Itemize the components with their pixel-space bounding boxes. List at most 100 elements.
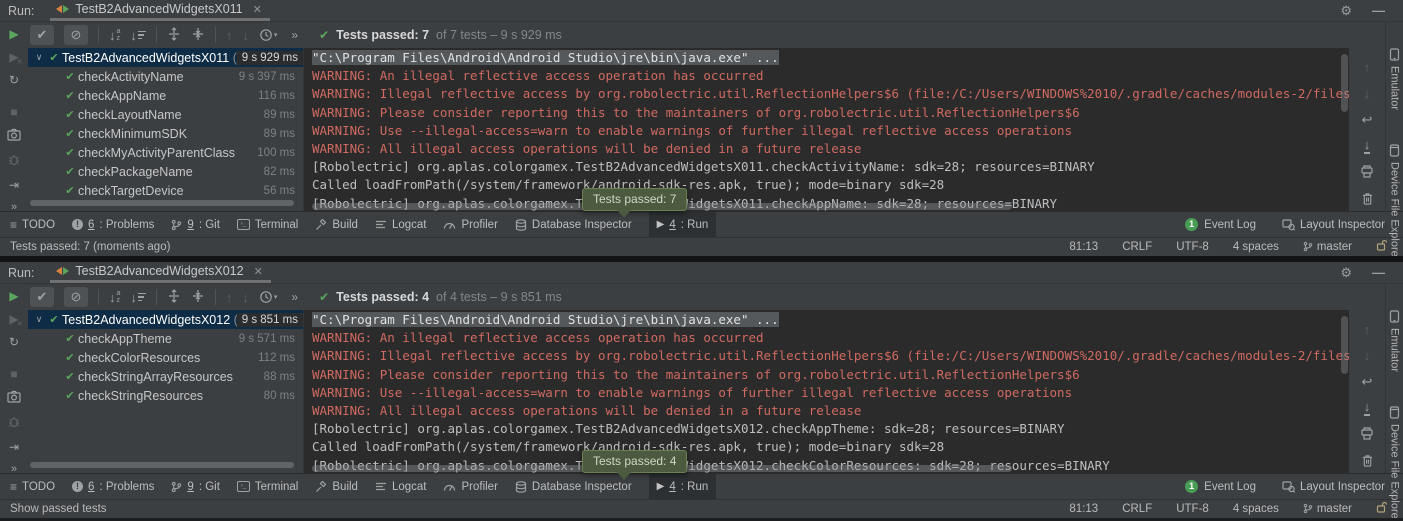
toolwindow-build[interactable]: Build <box>315 474 358 499</box>
test-case-row[interactable]: ✔ checkMyActivityParentClass 100 ms <box>28 143 303 162</box>
run-tab[interactable]: TestB2AdvancedWidgetsX011 ✕ <box>50 0 269 21</box>
toolwindow-problems[interactable]: !6: Problems <box>72 474 154 499</box>
sort-alphabetically-button[interactable]: ↓az <box>109 28 120 43</box>
line-ending[interactable]: CRLF <box>1122 503 1152 515</box>
test-case-row[interactable]: ✔ checkMinimumSDK 89 ms <box>28 124 303 143</box>
test-suite-row[interactable]: ∨ ✔ TestB2AdvancedWidgetsX011 (org.ap 9 … <box>28 48 303 67</box>
toolwindow-git[interactable]: 9: Git <box>171 474 220 499</box>
test-case-row[interactable]: ✔ checkAppTheme 9 s 571 ms <box>28 329 303 348</box>
up-stack-trace-button[interactable]: ↑ <box>1364 322 1371 337</box>
close-tab-icon[interactable]: ✕ <box>254 265 263 278</box>
line-ending[interactable]: CRLF <box>1122 241 1152 253</box>
previous-occurrence-button[interactable]: ↑ <box>226 28 233 43</box>
print-button[interactable] <box>1360 427 1374 443</box>
toolwindow-problems[interactable]: !6: Problems <box>72 212 154 237</box>
clear-all-button[interactable] <box>1361 192 1374 208</box>
up-stack-trace-button[interactable]: ↑ <box>1364 60 1371 75</box>
collapse-all-button[interactable] <box>191 289 205 306</box>
toolwindow-terminal[interactable]: ›_Terminal <box>237 212 298 237</box>
toolwindow-logcat[interactable]: Logcat <box>375 212 427 237</box>
collapse-all-button[interactable] <box>191 27 205 44</box>
screenshot-button[interactable] <box>7 390 21 406</box>
toolwindow-todo[interactable]: ≡TODO <box>10 474 55 499</box>
settings-gear-icon[interactable]: ⚙ <box>1340 3 1352 19</box>
test-case-row[interactable]: ✔ checkColorResources 112 ms <box>28 348 303 367</box>
rerun-failed-tests-button[interactable]: ▶✕ <box>9 50 18 64</box>
lock-icon[interactable] <box>1376 239 1387 254</box>
toolwindow-profiler[interactable]: Profiler <box>443 474 497 499</box>
emulator-stripe-button[interactable]: Emulator <box>1389 310 1401 372</box>
hide-window-icon[interactable]: — <box>1372 265 1385 280</box>
sort-by-duration-button[interactable]: ↓ <box>130 290 146 305</box>
test-suite-row[interactable]: ∨ ✔ TestB2AdvancedWidgetsX012 (org.ap 9 … <box>28 310 303 329</box>
console-vertical-scrollbar[interactable] <box>1341 316 1348 374</box>
clear-all-button[interactable] <box>1361 454 1374 470</box>
toolwindow-database-inspector[interactable]: Database Inspector <box>515 212 632 237</box>
import-tests-button[interactable]: ⇥ <box>9 440 19 454</box>
toolwindow-database-inspector[interactable]: Database Inspector <box>515 474 632 499</box>
run-tab[interactable]: TestB2AdvancedWidgetsX012 ✕ <box>50 262 270 283</box>
bug-filter-button[interactable] <box>7 415 21 431</box>
stop-button[interactable]: ■ <box>10 367 17 381</box>
toolwindow-git[interactable]: 9: Git <box>171 212 220 237</box>
soft-wrap-button[interactable]: ↩ <box>1362 112 1373 128</box>
scroll-to-end-button[interactable]: ↓ <box>1364 401 1371 416</box>
event-log-button[interactable]: 1Event Log <box>1185 480 1256 493</box>
show-ignored-filter-button[interactable]: ⊘ <box>64 25 88 45</box>
sort-alphabetically-button[interactable]: ↓az <box>109 290 120 305</box>
lock-icon[interactable] <box>1376 501 1387 516</box>
rerun-failed-tests-button[interactable]: ▶✕ <box>9 312 18 326</box>
more-toolbar-actions-icon[interactable]: » <box>291 290 299 304</box>
caret-position[interactable]: 81:13 <box>1069 503 1098 515</box>
console-output[interactable]: "C:\Program Files\Android\Android Studio… <box>304 310 1349 473</box>
caret-position[interactable]: 81:13 <box>1069 241 1098 253</box>
event-log-button[interactable]: 1Event Log <box>1185 218 1256 231</box>
stop-button[interactable]: ■ <box>10 105 17 119</box>
settings-gear-icon[interactable]: ⚙ <box>1340 265 1352 281</box>
toolwindow-run[interactable]: ▶4: Run <box>649 212 717 237</box>
test-history-button[interactable]: ▾ <box>259 290 278 304</box>
rerun-button[interactable]: ▶ <box>9 27 18 41</box>
import-tests-button[interactable]: ⇥ <box>9 178 19 192</box>
chevron-down-icon[interactable]: ∨ <box>32 52 46 63</box>
down-stack-trace-button[interactable]: ↓ <box>1364 348 1371 363</box>
console-output[interactable]: "C:\Program Files\Android\Android Studio… <box>304 48 1349 211</box>
test-case-row[interactable]: ✔ checkStringResources 80 ms <box>28 386 303 405</box>
tree-horizontal-scrollbar[interactable] <box>30 200 294 206</box>
toolwindow-run[interactable]: ▶4: Run <box>649 474 717 499</box>
show-ignored-filter-button[interactable]: ⊘ <box>64 287 88 307</box>
test-case-row[interactable]: ✔ checkLayoutName 89 ms <box>28 105 303 124</box>
layout-inspector-button[interactable]: Layout Inspector <box>1282 219 1385 231</box>
rerun-button[interactable]: ▶ <box>9 289 18 303</box>
toggle-auto-test-button[interactable]: ↻ <box>9 73 19 87</box>
screenshot-button[interactable] <box>7 128 21 144</box>
show-passed-filter-button[interactable]: ✔ <box>30 287 54 307</box>
test-case-row[interactable]: ✔ checkPackageName 82 ms <box>28 162 303 181</box>
tree-horizontal-scrollbar[interactable] <box>30 462 294 468</box>
next-occurrence-button[interactable]: ↓ <box>242 28 249 43</box>
down-stack-trace-button[interactable]: ↓ <box>1364 86 1371 101</box>
indent-setting[interactable]: 4 spaces <box>1233 241 1279 253</box>
test-case-row[interactable]: ✔ checkTargetDevice 56 ms <box>28 181 303 200</box>
expand-all-button[interactable] <box>167 27 181 44</box>
close-tab-icon[interactable]: ✕ <box>253 3 262 16</box>
previous-occurrence-button[interactable]: ↑ <box>226 290 233 305</box>
toolwindow-profiler[interactable]: Profiler <box>443 212 497 237</box>
layout-inspector-button[interactable]: Layout Inspector <box>1282 481 1385 493</box>
emulator-stripe-button[interactable]: Emulator <box>1389 48 1401 110</box>
git-branch-widget[interactable]: master <box>1303 241 1352 253</box>
test-case-row[interactable]: ✔ checkAppName 116 ms <box>28 86 303 105</box>
expand-all-button[interactable] <box>167 289 181 306</box>
show-passed-filter-button[interactable]: ✔ <box>30 25 54 45</box>
sort-by-duration-button[interactable]: ↓ <box>130 28 146 43</box>
scroll-to-end-button[interactable]: ↓ <box>1364 139 1371 154</box>
bug-filter-button[interactable] <box>7 153 21 169</box>
test-case-row[interactable]: ✔ checkActivityName 9 s 397 ms <box>28 67 303 86</box>
git-branch-widget[interactable]: master <box>1303 503 1352 515</box>
toggle-auto-test-button[interactable]: ↻ <box>9 335 19 349</box>
indent-setting[interactable]: 4 spaces <box>1233 503 1279 515</box>
console-vertical-scrollbar[interactable] <box>1341 54 1348 112</box>
toolwindow-logcat[interactable]: Logcat <box>375 474 427 499</box>
test-case-row[interactable]: ✔ checkStringArrayResources 88 ms <box>28 367 303 386</box>
more-toolbar-actions-icon[interactable]: » <box>291 28 299 42</box>
